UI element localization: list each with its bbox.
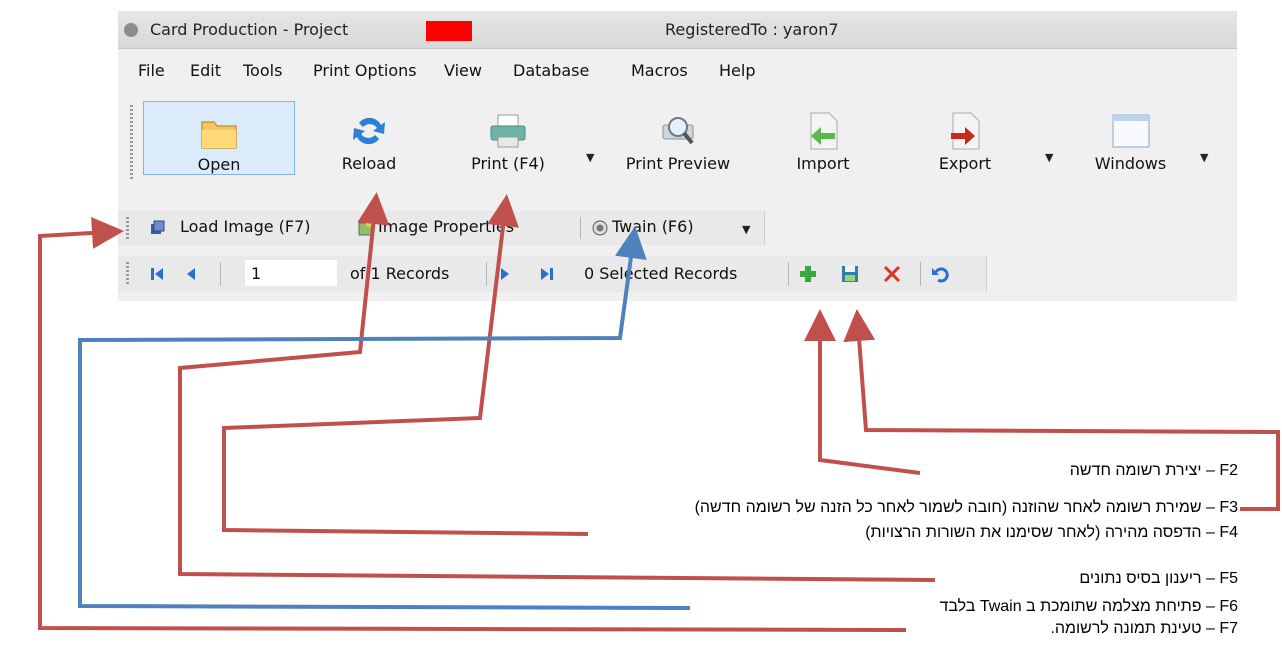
annotation-f6: F6 – פתיחת מצלמה שתומכת ב Twain בלבד (939, 598, 1238, 615)
annotation-f3: F3 – שמירת רשומה לאחר שהוזנה (חובה לשמור… (694, 499, 1238, 516)
arrow-f2-add-record (804, 309, 921, 475)
annotation-f5: F5 – ריענון בסיס נתונים (1079, 570, 1238, 587)
annotation-f4: F4 – הדפסה מהירה (לאחר שסימנו את השורות … (865, 524, 1238, 541)
annotation-arrows (38, 192, 1280, 632)
annotation-f2: F2 – יצירת רשומה חדשה (1069, 462, 1238, 479)
arrow-f4-print (222, 194, 589, 536)
arrow-f7-load-image (38, 216, 907, 632)
arrow-f3-save-record (843, 309, 1280, 511)
annotation-f7: F7 – טעינת תמונה לרשומה. (1050, 620, 1238, 637)
arrow-f6-twain (78, 226, 691, 610)
